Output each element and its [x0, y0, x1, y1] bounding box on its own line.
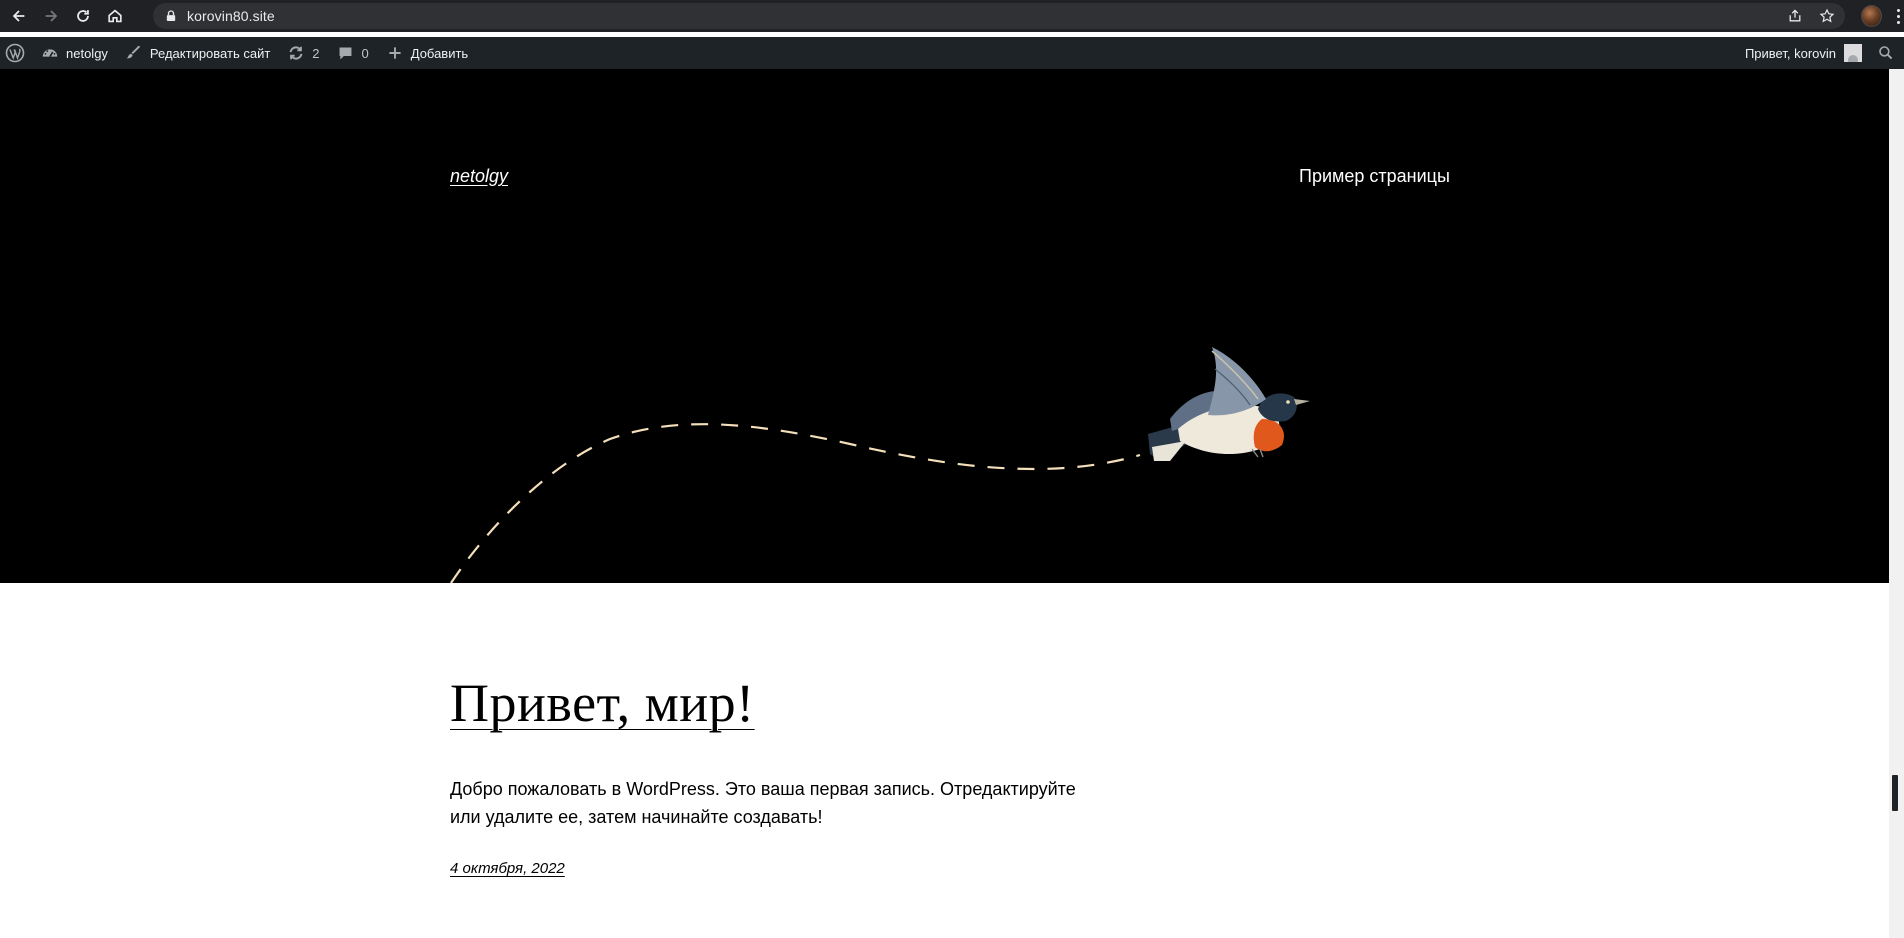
updates-count: 2	[312, 45, 320, 61]
wp-admin-bar: netolgy Редактировать сайт 2 0 Добавить …	[0, 37, 1904, 69]
brush-icon	[124, 43, 144, 63]
forward-button[interactable]	[35, 0, 67, 32]
scrollbar-thumb[interactable]	[1892, 775, 1898, 811]
edit-site-link[interactable]: Редактировать сайт	[116, 37, 278, 69]
home-icon	[108, 9, 122, 23]
comments-link[interactable]: 0	[328, 37, 377, 69]
header-illustration	[450, 347, 1310, 583]
search-icon	[1879, 46, 1893, 60]
user-avatar	[1844, 44, 1862, 62]
reload-button[interactable]	[67, 0, 99, 32]
star-icon[interactable]	[1817, 6, 1837, 26]
forward-arrow-icon	[45, 10, 58, 22]
plus-icon	[385, 43, 405, 63]
reload-icon	[77, 10, 89, 22]
greeting-label: Привет, korovin	[1744, 45, 1836, 61]
comments-count: 0	[361, 45, 369, 61]
page-scrollbar[interactable]	[1889, 69, 1904, 938]
post-excerpt: Добро пожаловать в WordPress. Это ваша п…	[450, 779, 1076, 827]
site-name-label: netolgy	[66, 45, 108, 61]
updates-link[interactable]: 2	[278, 37, 327, 69]
site-name-menu[interactable]: netolgy	[32, 37, 116, 69]
kebab-menu-icon[interactable]	[1892, 5, 1904, 27]
url-text[interactable]: korovin80.site	[187, 8, 275, 24]
wordpress-logo-icon	[4, 42, 26, 64]
add-new-menu[interactable]: Добавить	[377, 37, 476, 69]
dashboard-icon	[40, 43, 60, 63]
back-button[interactable]	[3, 0, 35, 32]
site-header: netolgy Пример страницы	[0, 69, 1904, 583]
post-date-link[interactable]: 4 октября, 2022	[450, 860, 565, 877]
add-new-label: Добавить	[410, 45, 469, 61]
bird-illustration	[1148, 347, 1310, 461]
post-title-link[interactable]: Привет, мир!	[450, 672, 755, 734]
back-arrow-icon	[12, 10, 25, 22]
admin-search-button[interactable]	[1868, 37, 1904, 69]
dashed-flight-path	[450, 423, 1141, 583]
share-icon[interactable]	[1785, 6, 1805, 26]
nav-item-sample-page[interactable]: Пример страницы	[1299, 166, 1450, 187]
home-button[interactable]	[99, 0, 131, 32]
edit-site-label: Редактировать сайт	[149, 45, 271, 61]
admin-bar-secondary: Привет, korovin	[1737, 37, 1904, 69]
account-menu[interactable]: Привет, korovin	[1737, 37, 1868, 69]
site-title-link[interactable]: netolgy	[450, 166, 508, 187]
comment-icon	[336, 43, 356, 63]
lock-icon[interactable]	[165, 9, 177, 23]
address-bar[interactable]: korovin80.site	[153, 3, 1846, 29]
browser-toolbar: korovin80.site	[0, 0, 1904, 32]
updates-icon	[286, 43, 306, 63]
profile-avatar[interactable]	[1861, 5, 1883, 27]
wp-logo-menu[interactable]	[0, 37, 32, 69]
